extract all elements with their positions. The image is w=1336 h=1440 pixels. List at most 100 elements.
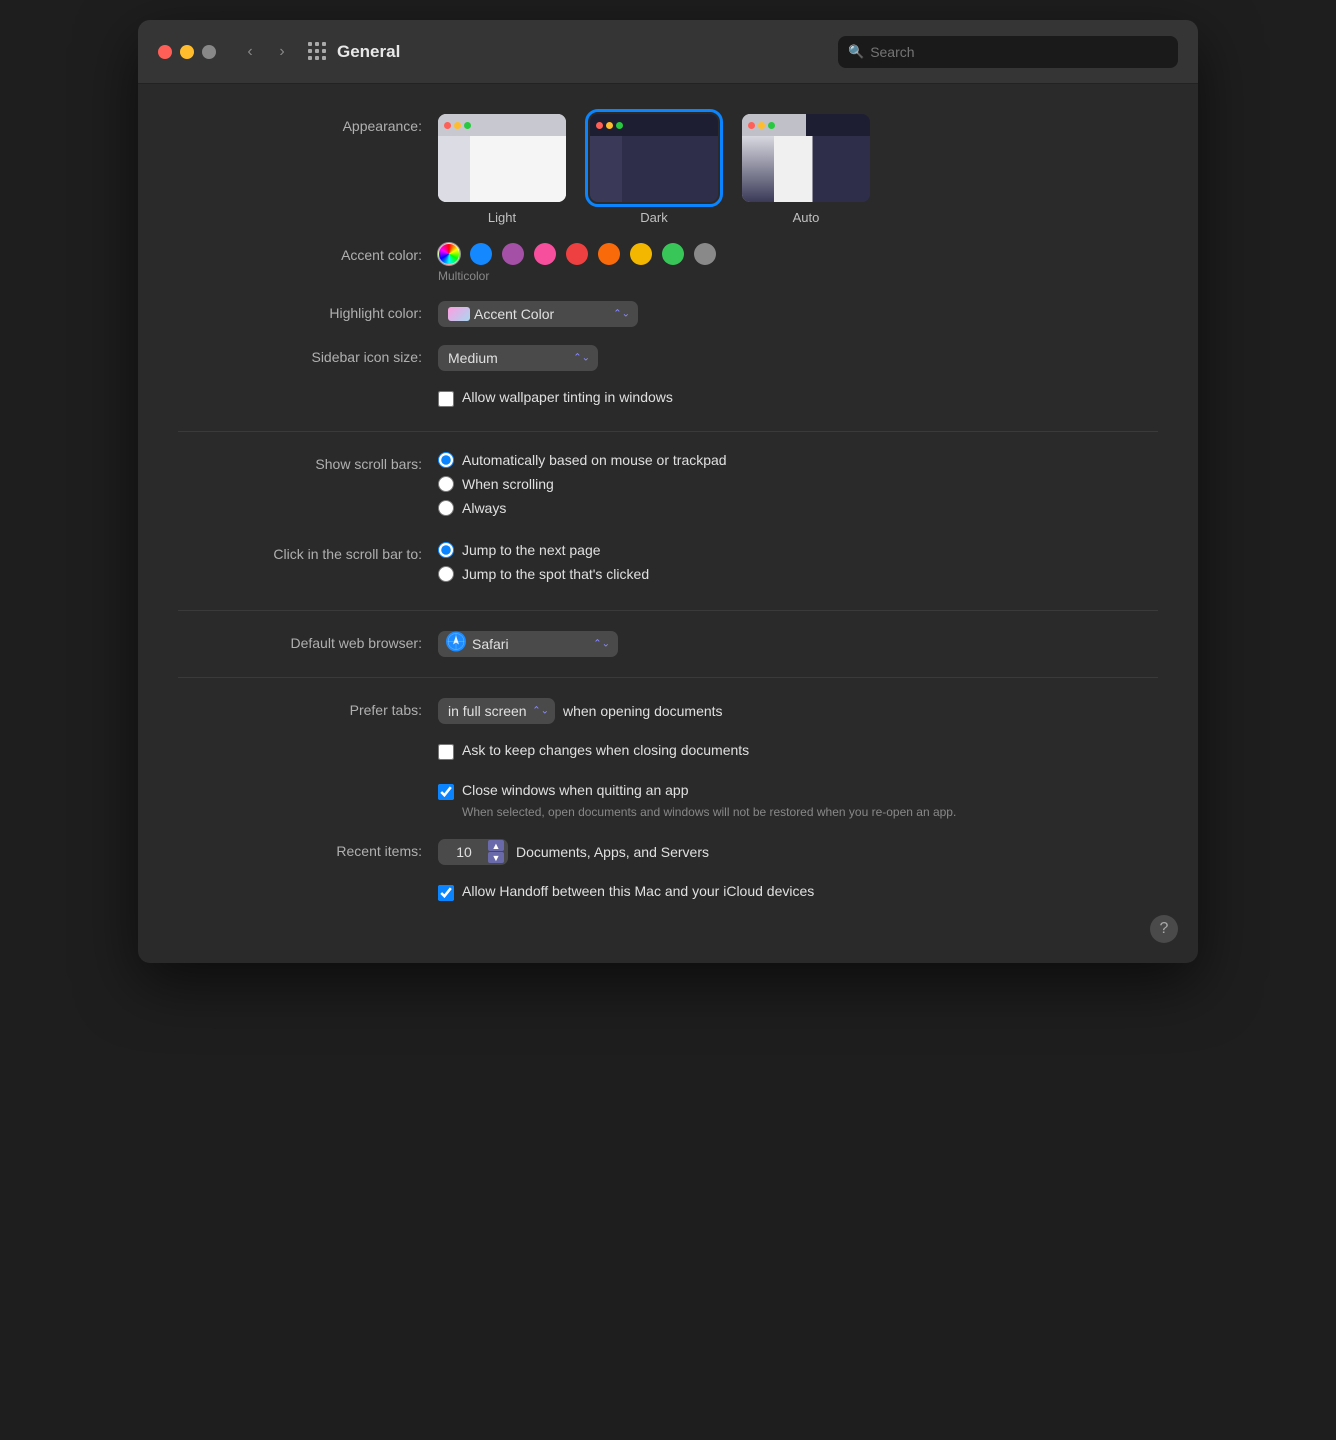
close-windows-checkbox[interactable] bbox=[438, 784, 454, 800]
ask-keep-changes-label[interactable]: Ask to keep changes when closing documen… bbox=[462, 742, 749, 758]
default-browser-row: Default web browser: Safari bbox=[178, 631, 1158, 657]
accent-swatch-green[interactable] bbox=[662, 243, 684, 265]
scroll-bars-scrolling-row: When scrolling bbox=[438, 476, 1158, 492]
sidebar-icon-size-row: Sidebar icon size: Small Medium Large bbox=[178, 345, 1158, 371]
default-browser-label: Default web browser: bbox=[178, 631, 438, 651]
appearance-thumb-light bbox=[438, 114, 566, 202]
handoff-spacer bbox=[178, 883, 438, 887]
default-browser-control: Safari Chrome Firefox bbox=[438, 631, 1158, 657]
prefer-tabs-select[interactable]: always in full screen never bbox=[438, 698, 555, 724]
appearance-light[interactable]: Light bbox=[438, 114, 566, 225]
recent-items-down[interactable]: ▼ bbox=[488, 852, 504, 863]
highlight-color-dropdown-wrapper: Accent Color Blue Purple Pink Red Orange… bbox=[438, 301, 638, 327]
recent-items-suffix: Documents, Apps, and Servers bbox=[516, 844, 709, 860]
accent-swatch-orange[interactable] bbox=[598, 243, 620, 265]
sidebar-icon-size-control: Small Medium Large bbox=[438, 345, 1158, 371]
appearance-dark[interactable]: Dark bbox=[590, 114, 718, 225]
traffic-lights bbox=[158, 45, 216, 59]
forward-arrow[interactable]: › bbox=[268, 38, 296, 66]
handoff-row: Allow Handoff between this Mac and your … bbox=[178, 883, 1158, 905]
accent-color-control: Multicolor bbox=[438, 243, 1158, 283]
ask-keep-changes-checkbox[interactable] bbox=[438, 744, 454, 760]
titlebar: ‹ › General 🔍 bbox=[138, 20, 1198, 84]
scroll-click-next-label[interactable]: Jump to the next page bbox=[462, 542, 601, 558]
recent-items-control: ▲ ▼ Documents, Apps, and Servers bbox=[438, 839, 1158, 865]
accent-swatch-multicolor[interactable] bbox=[438, 243, 460, 265]
browser-dropdown-wrapper: Safari Chrome Firefox bbox=[438, 631, 618, 657]
recent-items-label: Recent items: bbox=[178, 839, 438, 859]
prefer-tabs-control: always in full screen never when opening… bbox=[438, 698, 1158, 724]
click-scroll-bar-control: Jump to the next page Jump to the spot t… bbox=[438, 542, 1158, 590]
appearance-auto-label: Auto bbox=[793, 210, 820, 225]
grid-icon[interactable] bbox=[308, 42, 327, 61]
accent-swatch-red[interactable] bbox=[566, 243, 588, 265]
accent-swatch-pink[interactable] bbox=[534, 243, 556, 265]
scroll-bars-scrolling-label[interactable]: When scrolling bbox=[462, 476, 554, 492]
scroll-bars-auto-row: Automatically based on mouse or trackpad bbox=[438, 452, 1158, 468]
accent-swatch-yellow[interactable] bbox=[630, 243, 652, 265]
highlight-color-control: Accent Color Blue Purple Pink Red Orange… bbox=[438, 301, 1158, 327]
show-scroll-bars-row: Show scroll bars: Automatically based on… bbox=[178, 452, 1158, 524]
search-input[interactable] bbox=[870, 44, 1168, 60]
window: ‹ › General 🔍 Appearance: bbox=[138, 20, 1198, 963]
scroll-click-spot-row: Jump to the spot that's clicked bbox=[438, 566, 1158, 582]
appearance-thumb-dark bbox=[590, 114, 718, 202]
wallpaper-tinting-checkbox[interactable] bbox=[438, 391, 454, 407]
search-bar[interactable]: 🔍 bbox=[838, 36, 1178, 68]
accent-swatch-purple[interactable] bbox=[502, 243, 524, 265]
scroll-click-next-row: Jump to the next page bbox=[438, 542, 1158, 558]
handoff-label[interactable]: Allow Handoff between this Mac and your … bbox=[462, 883, 814, 899]
ask-keep-changes-spacer bbox=[178, 742, 438, 746]
ask-keep-changes-control: Ask to keep changes when closing documen… bbox=[438, 742, 1158, 764]
scroll-bars-scrolling-radio[interactable] bbox=[438, 476, 454, 492]
scroll-bars-auto-radio[interactable] bbox=[438, 452, 454, 468]
close-button[interactable] bbox=[158, 45, 172, 59]
appearance-dark-label: Dark bbox=[640, 210, 667, 225]
highlight-color-label: Highlight color: bbox=[178, 301, 438, 321]
maximize-button[interactable] bbox=[202, 45, 216, 59]
accent-swatch-graphite[interactable] bbox=[694, 243, 716, 265]
help-button[interactable]: ? bbox=[1150, 915, 1178, 943]
scroll-bars-always-label[interactable]: Always bbox=[462, 500, 506, 516]
appearance-control: Light bbox=[438, 114, 1158, 225]
wallpaper-tinting-label[interactable]: Allow wallpaper tinting in windows bbox=[462, 389, 673, 405]
accent-swatch-blue[interactable] bbox=[470, 243, 492, 265]
appearance-thumb-auto bbox=[742, 114, 870, 202]
nav-arrows: ‹ › bbox=[236, 38, 296, 66]
show-scroll-bars-control: Automatically based on mouse or trackpad… bbox=[438, 452, 1158, 524]
wallpaper-tinting-row: Allow wallpaper tinting in windows bbox=[178, 389, 1158, 411]
appearance-auto[interactable]: Auto bbox=[742, 114, 870, 225]
scroll-bars-always-row: Always bbox=[438, 500, 1158, 516]
accent-color-label: Accent color: bbox=[178, 243, 438, 263]
scroll-bars-always-radio[interactable] bbox=[438, 500, 454, 516]
close-windows-label[interactable]: Close windows when quitting an app bbox=[462, 782, 688, 798]
handoff-control: Allow Handoff between this Mac and your … bbox=[438, 883, 1158, 905]
prefer-tabs-row: Prefer tabs: always in full screen never… bbox=[178, 698, 1158, 724]
appearance-options: Light bbox=[438, 114, 1158, 225]
back-arrow[interactable]: ‹ bbox=[236, 38, 264, 66]
scroll-click-spot-label[interactable]: Jump to the spot that's clicked bbox=[462, 566, 649, 582]
highlight-color-select[interactable]: Accent Color Blue Purple Pink Red Orange… bbox=[438, 301, 638, 327]
show-scroll-bars-label: Show scroll bars: bbox=[178, 452, 438, 472]
highlight-color-row: Highlight color: Accent Color Blue Purpl… bbox=[178, 301, 1158, 327]
ask-keep-changes-checkbox-row: Ask to keep changes when closing documen… bbox=[438, 742, 1158, 760]
accent-color-swatches bbox=[438, 243, 1158, 265]
appearance-row: Appearance: bbox=[178, 114, 1158, 225]
scroll-bars-auto-label[interactable]: Automatically based on mouse or trackpad bbox=[462, 452, 727, 468]
handoff-checkbox[interactable] bbox=[438, 885, 454, 901]
prefer-tabs-dropdown-wrapper: always in full screen never bbox=[438, 698, 555, 724]
close-windows-sublabel: When selected, open documents and window… bbox=[438, 804, 1158, 821]
sidebar-icon-size-dropdown-wrapper: Small Medium Large bbox=[438, 345, 598, 371]
scroll-click-next-radio[interactable] bbox=[438, 542, 454, 558]
scroll-click-spot-radio[interactable] bbox=[438, 566, 454, 582]
wallpaper-tinting-spacer bbox=[178, 389, 438, 393]
recent-items-up[interactable]: ▲ bbox=[488, 840, 504, 851]
prefer-tabs-suffix: when opening documents bbox=[563, 703, 723, 719]
search-icon: 🔍 bbox=[848, 44, 864, 60]
browser-select[interactable]: Safari Chrome Firefox bbox=[438, 631, 618, 657]
accent-selected-label: Multicolor bbox=[438, 269, 1158, 283]
minimize-button[interactable] bbox=[180, 45, 194, 59]
recent-items-arrows: ▲ ▼ bbox=[488, 840, 504, 863]
sidebar-icon-size-select[interactable]: Small Medium Large bbox=[438, 345, 598, 371]
content-area: Appearance: bbox=[138, 84, 1198, 963]
